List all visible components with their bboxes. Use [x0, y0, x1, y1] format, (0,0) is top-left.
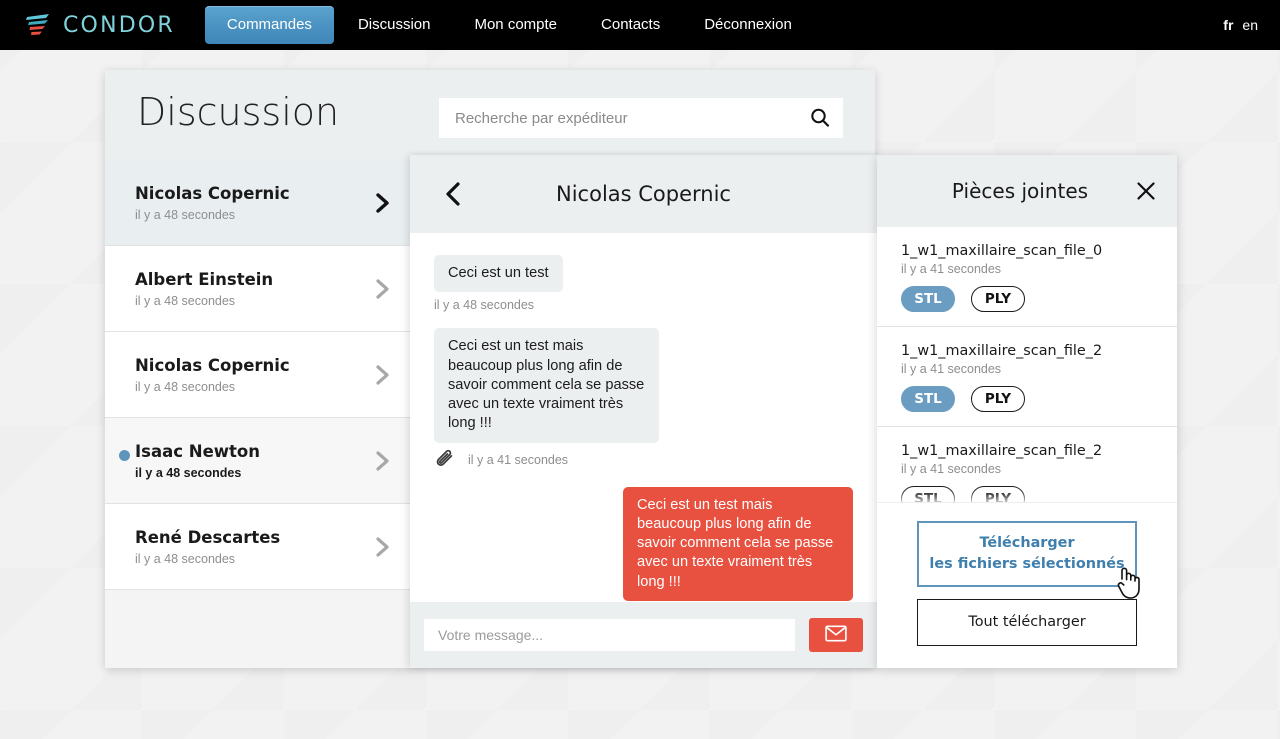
attachment-time: il y a 41 secondes: [901, 262, 1002, 276]
message-meta: il y a 48 secondes: [434, 298, 853, 312]
nav-item-discussion[interactable]: Discussion: [336, 6, 453, 44]
attachment-time: il y a 41 secondes: [901, 362, 1002, 376]
message-composer: [410, 602, 877, 668]
nav-item-deconnexion[interactable]: Déconnexion: [682, 6, 814, 44]
card-header: Discussion: [105, 70, 875, 160]
close-icon[interactable]: [1133, 178, 1159, 204]
conversation-list-item[interactable]: Nicolas Copernic il y a 48 secondes: [105, 332, 410, 418]
conversation-time: il y a 48 secondes: [135, 552, 236, 567]
brand-logo-link[interactable]: CONDOR: [24, 11, 175, 39]
attachment-name: 1_w1_maxillaire_scan_file_2: [901, 343, 1103, 359]
conversation-thread-panel: Nicolas Copernic Ceci est un test il y a…: [410, 155, 877, 668]
search-input[interactable]: [439, 98, 797, 138]
lang-fr[interactable]: fr: [1223, 17, 1233, 33]
conversation-list-item[interactable]: René Descartes il y a 48 secondes: [105, 504, 410, 590]
message-input[interactable]: [424, 619, 795, 651]
conversation-list-item[interactable]: Nicolas Copernic il y a 48 secondes: [105, 160, 410, 246]
lang-en[interactable]: en: [1242, 17, 1258, 33]
conversation-name: Isaac Newton: [135, 441, 260, 461]
attachments-header: Pièces jointes: [877, 155, 1177, 227]
download-selected-line2: les fichiers sélectionnés: [929, 556, 1125, 573]
message-bubble: Ceci est un test mais beaucoup plus long…: [623, 486, 853, 601]
attachment-item: 1_w1_maxillaire_scan_file_2 il y a 41 se…: [877, 327, 1177, 427]
conversation-name: Nicolas Copernic: [135, 183, 290, 203]
message-bubble: Ceci est un test mais beaucoup plus long…: [434, 328, 659, 443]
format-badge-ply[interactable]: PLY: [971, 286, 1025, 312]
brand-name: CONDOR: [63, 12, 175, 38]
condor-wing-logo-icon: [24, 11, 52, 39]
message-time: il y a 48 secondes: [434, 298, 535, 313]
conversation-list[interactable]: Nicolas Copernic il y a 48 secondes Albe…: [105, 160, 410, 668]
message-item: Ceci est un test il y a 48 secondes: [434, 255, 853, 312]
attachment-time: il y a 41 secondes: [901, 462, 1002, 476]
thread-title: Nicolas Copernic: [556, 182, 731, 206]
nav-item-contacts[interactable]: Contacts: [579, 6, 682, 44]
message-item: Ceci est un test mais beaucoup plus long…: [434, 486, 853, 603]
conversation-list-filler: [105, 590, 410, 668]
format-badges: STL PLY: [901, 386, 1153, 412]
chevron-left-icon[interactable]: [440, 180, 468, 208]
format-badges: STL PLY: [901, 286, 1153, 312]
paperclip-icon[interactable]: [434, 449, 456, 471]
chevron-right-icon: [372, 535, 394, 559]
format-badge-stl[interactable]: STL: [901, 386, 955, 412]
download-all-button[interactable]: Tout télécharger: [917, 599, 1137, 646]
attachment-item: 1_w1_maxillaire_scan_file_0 il y a 41 se…: [877, 227, 1177, 327]
message-time: il y a 41 secondes: [468, 452, 569, 467]
attachments-title: Pièces jointes: [951, 179, 1089, 203]
language-switcher: fr en: [1223, 0, 1258, 50]
conversation-name: Nicolas Copernic: [135, 355, 290, 375]
conversation-time: il y a 48 secondes: [135, 208, 236, 223]
message-list: Ceci est un test il y a 48 secondes Ceci…: [410, 233, 877, 602]
download-selected-button[interactable]: Télécharger les fichiers sélectionnés: [917, 521, 1137, 588]
format-badge-ply[interactable]: PLY: [971, 386, 1025, 412]
attachment-name: 1_w1_maxillaire_scan_file_2: [901, 443, 1103, 459]
nav-item-commandes[interactable]: Commandes: [204, 6, 334, 44]
format-badge-stl[interactable]: STL: [901, 286, 955, 312]
conversation-list-item[interactable]: Albert Einstein il y a 48 secondes: [105, 246, 410, 332]
nav-items: Commandes Discussion Mon compte Contacts…: [203, 0, 814, 50]
message-item: Ceci est un test mais beaucoup plus long…: [434, 328, 853, 470]
attachments-panel: Pièces jointes 1_w1_maxillaire_scan_file…: [877, 155, 1177, 668]
download-selected-line1: Télécharger: [979, 535, 1075, 552]
chevron-right-icon: [372, 277, 394, 301]
conversation-time: il y a 48 secondes: [135, 294, 236, 309]
search-icon[interactable]: [797, 107, 843, 129]
search-box: [439, 98, 843, 138]
top-navbar: CONDOR Commandes Discussion Mon compte C…: [0, 0, 1280, 50]
attachments-actions: Télécharger les fichiers sélectionnés To…: [877, 502, 1177, 668]
attachment-name: 1_w1_maxillaire_scan_file_0: [901, 243, 1103, 259]
conversation-list-item[interactable]: Isaac Newton il y a 48 secondes: [105, 418, 410, 504]
page-title: Discussion: [137, 90, 340, 134]
conversation-name: Albert Einstein: [135, 269, 274, 289]
conversation-name: René Descartes: [135, 527, 281, 547]
nav-item-mon-compte[interactable]: Mon compte: [452, 6, 579, 44]
send-message-button[interactable]: [809, 618, 863, 652]
thread-header: Nicolas Copernic: [410, 155, 877, 233]
envelope-icon: [825, 625, 847, 645]
message-meta: il y a 41 secondes: [434, 449, 853, 471]
chevron-right-icon: [372, 449, 394, 473]
chevron-right-icon: [372, 191, 394, 215]
unread-indicator-icon: [119, 449, 130, 461]
message-bubble: Ceci est un test: [434, 255, 563, 293]
chevron-right-icon: [372, 363, 394, 387]
conversation-time: il y a 48 secondes: [135, 466, 242, 481]
conversation-time: il y a 48 secondes: [135, 380, 236, 395]
